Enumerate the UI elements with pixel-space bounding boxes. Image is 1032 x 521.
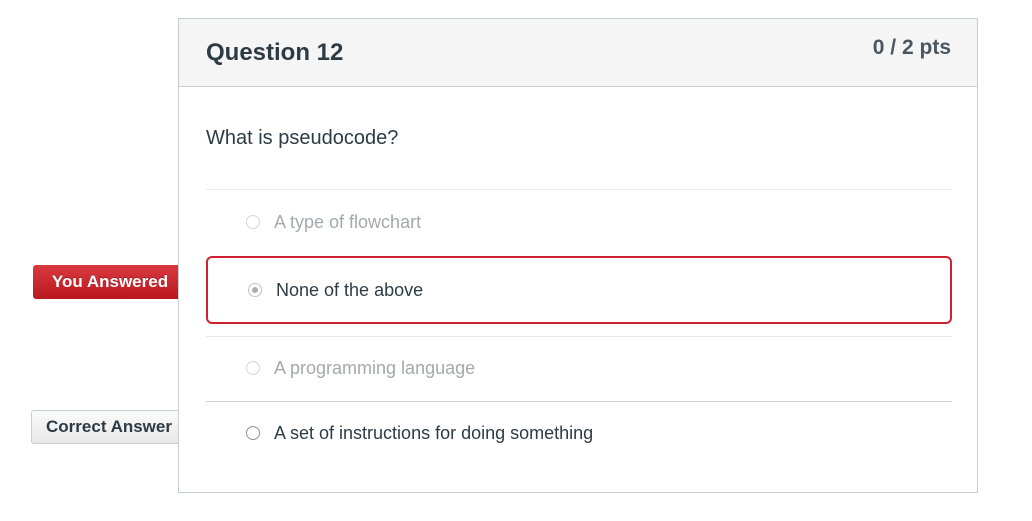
question-header: Question 12 0 / 2 pts <box>179 19 977 87</box>
answers-top-divider <box>206 189 952 190</box>
answer-label: A set of instructions for doing somethin… <box>274 422 594 443</box>
answer-label: A type of flowchart <box>274 211 422 232</box>
question-card: Question 12 0 / 2 pts What is pseudocode… <box>178 18 978 493</box>
answer-label: None of the above <box>276 279 424 300</box>
correct-answer-tag-label: Correct Answer <box>46 417 172 436</box>
answer-label: A programming language <box>274 357 476 378</box>
answer-option-2-selected: None of the above <box>206 256 952 324</box>
answer-divider <box>206 401 952 402</box>
question-title: Question 12 <box>206 39 344 66</box>
answer-divider <box>206 336 952 337</box>
question-text: What is pseudocode? <box>206 127 399 149</box>
radio-unselected-icon <box>246 361 260 375</box>
answer-option-3: A programming language <box>206 353 952 383</box>
answer-option-4-correct: A set of instructions for doing somethin… <box>206 418 952 448</box>
radio-unselected-icon <box>246 215 260 229</box>
correct-answer-tag: Correct Answer <box>31 410 200 444</box>
radio-selected-icon <box>248 283 262 297</box>
answer-option-1: A type of flowchart <box>206 207 952 237</box>
radio-unselected-icon <box>246 426 260 440</box>
you-answered-tag: You Answered <box>33 265 200 299</box>
question-points: 0 / 2 pts <box>872 36 951 59</box>
